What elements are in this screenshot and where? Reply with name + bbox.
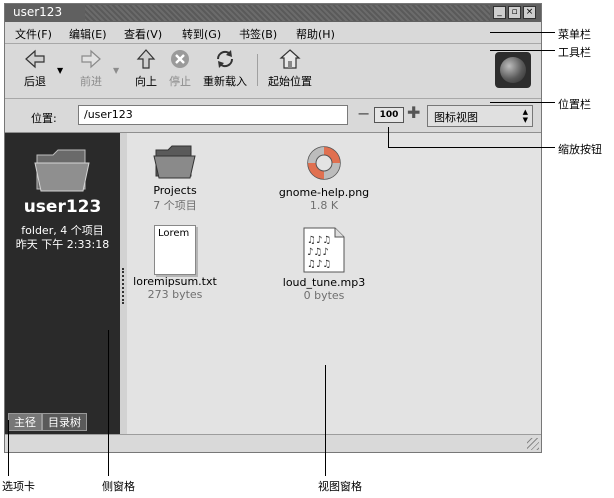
side-pane: user123 folder, 4 个项目 昨天 下午 2:33:18 主径 目…: [5, 133, 120, 434]
file-item-projects[interactable]: Projects 7 个项目: [115, 143, 235, 213]
file-item-loremipsum[interactable]: Lorem loremipsum.txt 273 bytes: [115, 225, 235, 301]
view-mode-value: 图标视图: [434, 111, 478, 124]
back-arrow-icon: [25, 49, 45, 69]
file-manager-window: user123 _ ▫ × 文件(F) 编辑(E) 查看(V) 转到(G) 书签…: [4, 3, 542, 453]
tab-information[interactable]: 主径: [8, 413, 42, 431]
window-title: user123: [13, 5, 63, 19]
file-item-gnome-help[interactable]: gnome-help.png 1.8 K: [264, 143, 384, 212]
callout-line-menubar: [490, 32, 555, 33]
callout-line-locationbar: [490, 102, 555, 103]
title-bar-pattern: [85, 5, 490, 21]
minimize-button[interactable]: _: [493, 6, 506, 19]
zoom-in-icon[interactable]: ✚: [407, 105, 420, 121]
file-info: 0 bytes: [303, 289, 345, 302]
lifebuoy-icon: [307, 146, 341, 180]
resize-grip-icon[interactable]: [527, 438, 539, 450]
home-icon: [279, 49, 301, 69]
status-bar: [5, 434, 541, 452]
reload-button[interactable]: 重新载入: [199, 48, 251, 89]
view-pane: Projects 7 个项目 gnome-help.png 1.8 K Lore…: [127, 133, 541, 434]
title-bar[interactable]: user123 _ ▫ ×: [5, 4, 541, 22]
callout-line-zoom: [388, 147, 555, 148]
maximize-button[interactable]: ▫: [508, 6, 521, 19]
text-file-icon: Lorem: [154, 225, 196, 275]
text-preview: Lorem: [158, 228, 190, 239]
menu-view[interactable]: 查看(V): [124, 26, 162, 42]
menu-help[interactable]: 帮助(H): [296, 26, 335, 42]
callout-tab: 选项卡: [2, 480, 35, 493]
location-input[interactable]: /user123: [78, 105, 348, 125]
file-name: gnome-help.png: [278, 186, 370, 199]
back-history-dropdown-icon[interactable]: ▼: [57, 66, 63, 75]
menu-file[interactable]: 文件(F): [15, 26, 52, 42]
callout-zoom: 缩放按钮: [558, 143, 602, 156]
callout-menubar: 菜单栏: [558, 28, 591, 41]
file-item-loud-tune[interactable]: ♫♪♫ ♪♫♪ ♫♪♫ loud_tune.mp3 0 bytes: [264, 227, 384, 302]
file-name: loud_tune.mp3: [282, 276, 366, 289]
stop-button[interactable]: 停止: [163, 48, 197, 89]
callout-toolbar: 工具栏: [558, 46, 591, 59]
file-name: Projects: [153, 184, 197, 197]
callout-line-sidepane: [108, 330, 109, 476]
svg-text:♫♪♫: ♫♪♫: [307, 259, 331, 270]
callout-line-zoom-vertical: [388, 127, 389, 147]
file-name: loremipsum.txt: [133, 275, 217, 288]
file-info: 1.8 K: [309, 199, 339, 212]
folder-icon: [153, 145, 196, 179]
forward-button[interactable]: 前进: [73, 48, 109, 89]
up-arrow-icon: [136, 49, 156, 69]
side-pane-title: user123: [23, 197, 102, 217]
home-label: 起始位置: [268, 75, 312, 88]
file-info: 7 个项目: [153, 199, 197, 212]
spin-arrows-icon: ▲ ▼: [522, 108, 528, 124]
callout-line-viewpane: [325, 365, 326, 476]
zoom-level[interactable]: 100: [374, 107, 404, 123]
side-folder-icon: [34, 149, 90, 192]
zoom-out-icon[interactable]: −: [357, 106, 370, 122]
reload-label: 重新载入: [203, 75, 247, 88]
toolbar: 后退 ▼ 前进 ▼ 向上 停止 重新载入 起始位置: [5, 44, 541, 99]
toolbar-separator: [257, 54, 258, 86]
activity-throbber: [495, 52, 531, 88]
menubar: 文件(F) 编辑(E) 查看(V) 转到(G) 书签(B) 帮助(H): [5, 22, 541, 44]
location-label: 位置:: [31, 112, 57, 125]
menu-edit[interactable]: 编辑(E): [69, 26, 107, 42]
tab-tree[interactable]: 目录树: [42, 413, 87, 431]
location-bar: 位置: /user123 − 100 ✚ 图标视图 ▲ ▼: [5, 99, 541, 133]
close-button[interactable]: ×: [523, 6, 536, 19]
stop-icon: [171, 50, 189, 68]
callout-sidepane: 侧窗格: [102, 480, 135, 493]
svg-text:♫♪♫: ♫♪♫: [307, 235, 331, 246]
svg-text:♪♫♪: ♪♫♪: [307, 247, 329, 258]
menu-bookmarks[interactable]: 书签(B): [239, 26, 277, 42]
callout-line-toolbar: [490, 50, 555, 51]
back-button[interactable]: 后退: [17, 48, 53, 89]
file-info: 273 bytes: [147, 288, 203, 301]
callout-line-tab: [8, 420, 9, 476]
forward-label: 前进: [80, 75, 102, 88]
callout-viewpane: 视图窗格: [318, 480, 362, 493]
back-label: 后退: [24, 75, 46, 88]
callout-locationbar: 位置栏: [558, 98, 591, 111]
side-pane-modified-time: 昨天 下午 2:33:18: [15, 238, 110, 251]
up-button[interactable]: 向上: [129, 48, 163, 89]
throbber-ball-icon: [500, 57, 526, 83]
menu-go[interactable]: 转到(G): [182, 26, 221, 42]
forward-arrow-icon: [81, 49, 101, 69]
home-button[interactable]: 起始位置: [263, 48, 317, 89]
reload-icon: [216, 50, 234, 68]
forward-history-dropdown-icon[interactable]: ▼: [113, 66, 119, 75]
up-label: 向上: [135, 75, 157, 88]
view-mode-select[interactable]: 图标视图 ▲ ▼: [427, 105, 533, 127]
stop-label: 停止: [169, 75, 191, 88]
music-file-icon: ♫♪♫ ♪♫♪ ♫♪♫: [303, 227, 345, 273]
